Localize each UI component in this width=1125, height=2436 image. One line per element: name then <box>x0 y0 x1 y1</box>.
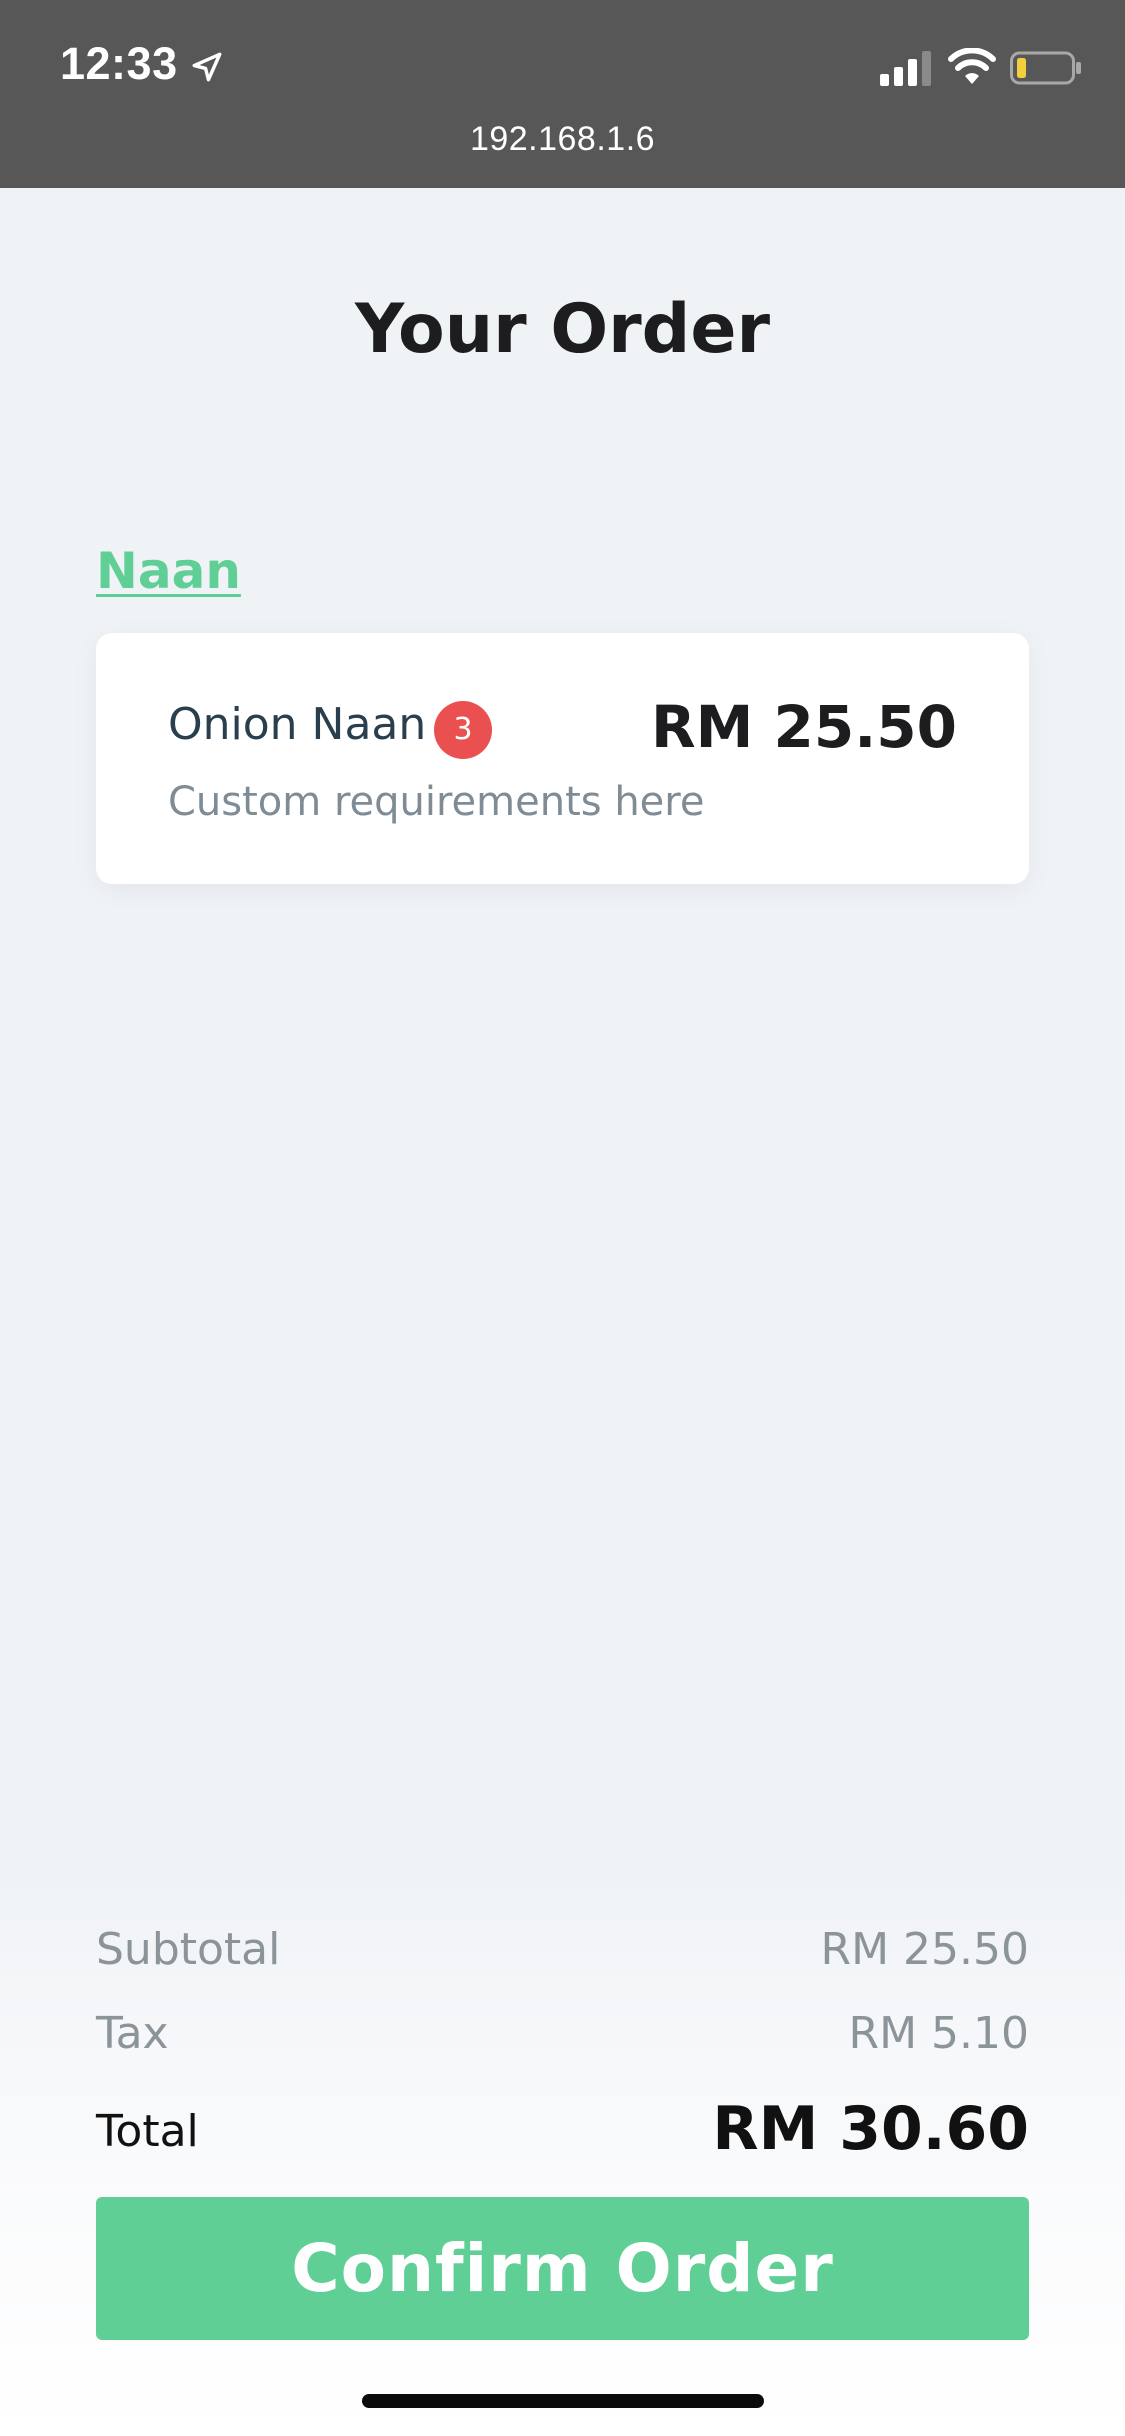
location-arrow-icon <box>192 52 222 82</box>
home-indicator[interactable] <box>362 2394 764 2408</box>
cellular-signal-icon <box>880 51 931 86</box>
item-price: RM 25.50 <box>650 693 957 761</box>
subtotal-label: Subtotal <box>96 1924 281 1975</box>
status-time: 12:33 <box>60 38 178 89</box>
address-url: 192.168.1.6 <box>469 120 656 158</box>
page-title: Your Order <box>354 290 770 369</box>
total-value: RM 30.60 <box>712 2094 1029 2164</box>
quantity-badge: 3 <box>434 701 492 759</box>
subtotal-row: Subtotal RM 25.50 <box>96 1924 1029 1984</box>
order-summary: Subtotal RM 25.50 Tax RM 5.10 Total RM 3… <box>0 1880 1125 2436</box>
battery-low-icon <box>1010 51 1081 85</box>
total-row: Total RM 30.60 <box>96 2094 1029 2164</box>
wifi-icon <box>948 48 996 84</box>
total-label: Total <box>96 2106 199 2157</box>
tax-value: RM 5.10 <box>848 2008 1030 2059</box>
tax-row: Tax RM 5.10 <box>96 2008 1029 2068</box>
status-bar: 12:33 192.168.1.6 <box>0 0 1125 188</box>
item-note: Custom requirements here <box>168 779 705 825</box>
order-item-card[interactable]: Onion Naan 3 RM 25.50 Custom requirement… <box>96 633 1029 884</box>
confirm-order-button[interactable]: Confirm Order <box>96 2197 1029 2340</box>
category-title-naan[interactable]: Naan <box>96 542 241 600</box>
subtotal-value: RM 25.50 <box>820 1924 1029 1975</box>
item-name: Onion Naan <box>168 699 427 750</box>
tax-label: Tax <box>96 2008 169 2059</box>
